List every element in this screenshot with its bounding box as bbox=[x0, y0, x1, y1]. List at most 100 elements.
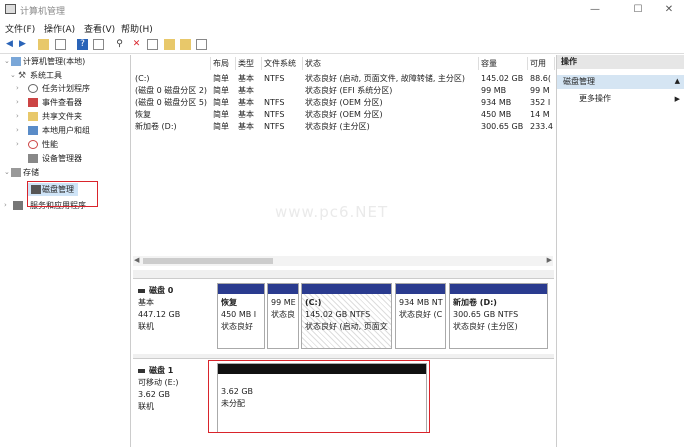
disk-title: 磁盘 1 bbox=[149, 366, 174, 375]
volume-name[interactable]: (C:) bbox=[133, 73, 211, 84]
partition-status: 状态良 bbox=[271, 310, 295, 319]
tree-storage[interactable]: 存储 bbox=[23, 166, 39, 179]
show-hide-tree-icon[interactable] bbox=[55, 39, 66, 50]
tree-performance[interactable]: 性能 bbox=[42, 138, 58, 151]
actions-section[interactable]: 磁盘管理 bbox=[557, 75, 684, 89]
maximize-button[interactable]: ☐ bbox=[628, 2, 648, 17]
clock-icon bbox=[28, 84, 38, 93]
disk-state: 联机 bbox=[138, 402, 154, 411]
connect-icon[interactable]: ⚲ bbox=[114, 39, 125, 50]
column-header-free[interactable]: 可用 bbox=[528, 57, 555, 70]
volume-list: 布局 类型 文件系统 状态 容量 可用 (C:) 简单 基本 NTFS 状态良好… bbox=[133, 57, 555, 267]
tree-root[interactable]: 计算机管理(本地) bbox=[23, 55, 85, 68]
collapse-icon[interactable]: ⌄ bbox=[4, 166, 11, 179]
collapse-icon[interactable]: ⌄ bbox=[4, 55, 11, 68]
expand-icon[interactable]: › bbox=[16, 82, 23, 95]
tree-system-tools[interactable]: 系统工具 bbox=[30, 69, 62, 82]
partition-size: 99 ME bbox=[271, 298, 296, 307]
open-folder-icon[interactable] bbox=[164, 39, 175, 50]
partition-size: 450 MB I bbox=[221, 310, 257, 319]
tree-device-manager[interactable]: 设备管理器 bbox=[42, 152, 82, 165]
search-folder-icon[interactable] bbox=[180, 39, 191, 50]
volume-capacity: 300.65 GB bbox=[481, 122, 524, 131]
help-icon[interactable]: ? bbox=[77, 39, 88, 50]
volume-capacity: 934 MB bbox=[481, 98, 512, 107]
volume-free: 352 I bbox=[530, 98, 551, 107]
partition-bar bbox=[302, 284, 391, 294]
volume-name[interactable]: 新加卷 (D:) bbox=[133, 121, 211, 132]
properties-icon[interactable] bbox=[93, 39, 104, 50]
volume-fs: NTFS bbox=[264, 74, 285, 83]
partition-recovery[interactable]: 恢复 450 MB I 状态良好 bbox=[217, 283, 265, 349]
volume-free: 14 M bbox=[530, 110, 550, 119]
volume-type: 基本 bbox=[238, 86, 254, 95]
partition-size: 300.65 GB NTFS bbox=[453, 310, 519, 319]
partition-oem[interactable]: 934 MB NT 状态良好 (C bbox=[395, 283, 446, 349]
partition-bar bbox=[218, 284, 264, 294]
volume-status: 状态良好 (EFI 系统分区) bbox=[305, 86, 393, 95]
menu-bar: 文件(F) 操作(A) 查看(V) 帮助(H) bbox=[0, 20, 684, 36]
partition-bar bbox=[268, 284, 298, 294]
disk-1-info[interactable]: 磁盘 1 可移动 (E:) 3.62 GB 联机 bbox=[138, 365, 208, 413]
up-folder-icon[interactable] bbox=[38, 39, 49, 50]
checklist-icon[interactable] bbox=[147, 39, 158, 50]
menu-help[interactable]: 帮助(H) bbox=[121, 22, 153, 35]
close-button[interactable]: ✕ bbox=[659, 2, 679, 17]
column-header-capacity[interactable]: 容量 bbox=[479, 57, 528, 70]
volume-status: 状态良好 (主分区) bbox=[305, 122, 370, 131]
column-header-volume[interactable] bbox=[133, 57, 211, 70]
column-header-status[interactable]: 状态 bbox=[303, 57, 479, 70]
tree-shared-folders[interactable]: 共享文件夹 bbox=[42, 110, 82, 123]
expand-icon[interactable]: › bbox=[16, 124, 23, 137]
services-icon bbox=[13, 201, 23, 210]
chevron-right-icon[interactable]: ▶ bbox=[675, 95, 680, 103]
disk-type: 基本 bbox=[138, 298, 154, 307]
volume-type: 基本 bbox=[238, 98, 254, 107]
volume-fs: NTFS bbox=[264, 122, 285, 131]
tree-event-viewer[interactable]: 事件查看器 bbox=[42, 96, 82, 109]
partition-efi[interactable]: 99 ME 状态良 bbox=[267, 283, 299, 349]
expand-icon[interactable]: › bbox=[4, 199, 11, 212]
partition-status: 状态良好 (C bbox=[399, 310, 443, 319]
disk-size: 3.62 GB bbox=[138, 390, 171, 399]
partition-d[interactable]: 新加卷 (D:) 300.65 GB NTFS 状态良好 (主分区) bbox=[449, 283, 548, 349]
volume-capacity: 145.02 GB bbox=[481, 74, 524, 83]
forward-icon[interactable]: ▶ bbox=[17, 39, 28, 50]
menu-view[interactable]: 查看(V) bbox=[84, 22, 115, 35]
tree-task-scheduler[interactable]: 任务计划程序 bbox=[42, 82, 90, 95]
volume-type: 基本 bbox=[238, 110, 254, 119]
partition-c[interactable]: (C:) 145.02 GB NTFS 状态良好 (启动, 页面文 bbox=[301, 283, 392, 349]
scroll-left-icon[interactable]: ◀ bbox=[134, 256, 139, 264]
expand-icon[interactable]: › bbox=[16, 138, 23, 151]
volume-type: 基本 bbox=[238, 74, 254, 83]
app-window: 计算机管理 — ☐ ✕ 文件(F) 操作(A) 查看(V) 帮助(H) ◀ ▶ … bbox=[0, 0, 684, 447]
delete-icon[interactable]: ✕ bbox=[131, 39, 142, 50]
expand-icon[interactable]: › bbox=[16, 110, 23, 123]
column-header-type[interactable]: 类型 bbox=[236, 57, 262, 70]
volume-capacity: 450 MB bbox=[481, 110, 512, 119]
minimize-button[interactable]: — bbox=[585, 2, 605, 17]
back-icon[interactable]: ◀ bbox=[4, 39, 15, 50]
scroll-right-icon[interactable]: ▶ bbox=[547, 256, 552, 264]
volume-name[interactable]: (磁盘 0 磁盘分区 5) bbox=[133, 97, 211, 108]
disk-type: 可移动 (E:) bbox=[138, 378, 179, 387]
volume-name[interactable]: (磁盘 0 磁盘分区 2) bbox=[133, 85, 211, 96]
expand-icon[interactable]: › bbox=[16, 96, 23, 109]
menu-file[interactable]: 文件(F) bbox=[5, 22, 35, 35]
collapse-icon[interactable]: ⌄ bbox=[10, 69, 17, 82]
disk-0-info[interactable]: 磁盘 0 基本 447.12 GB 联机 bbox=[138, 285, 208, 333]
view-icon[interactable] bbox=[196, 39, 207, 50]
volume-layout: 简单 bbox=[213, 110, 229, 119]
volume-name[interactable]: 恢复 bbox=[133, 109, 211, 120]
more-actions[interactable]: 更多操作 bbox=[579, 93, 611, 105]
partition-size: 145.02 GB NTFS bbox=[305, 310, 371, 319]
column-header-layout[interactable]: 布局 bbox=[211, 57, 236, 70]
collapse-up-icon[interactable]: ▲ bbox=[675, 77, 680, 85]
navigation-tree: ⌄ 计算机管理(本地) ⌄ ⚒ 系统工具 › 任务计划程序 › 事件查看器 › … bbox=[0, 55, 131, 447]
scroll-thumb[interactable] bbox=[143, 258, 273, 264]
tree-local-users[interactable]: 本地用户和组 bbox=[42, 124, 90, 137]
horizontal-scrollbar[interactable]: ◀ ▶ bbox=[133, 256, 553, 266]
toolbar: ◀ ▶ ? ⚲ ✕ bbox=[0, 36, 684, 54]
menu-action[interactable]: 操作(A) bbox=[44, 22, 75, 35]
column-header-fs[interactable]: 文件系统 bbox=[262, 57, 303, 70]
